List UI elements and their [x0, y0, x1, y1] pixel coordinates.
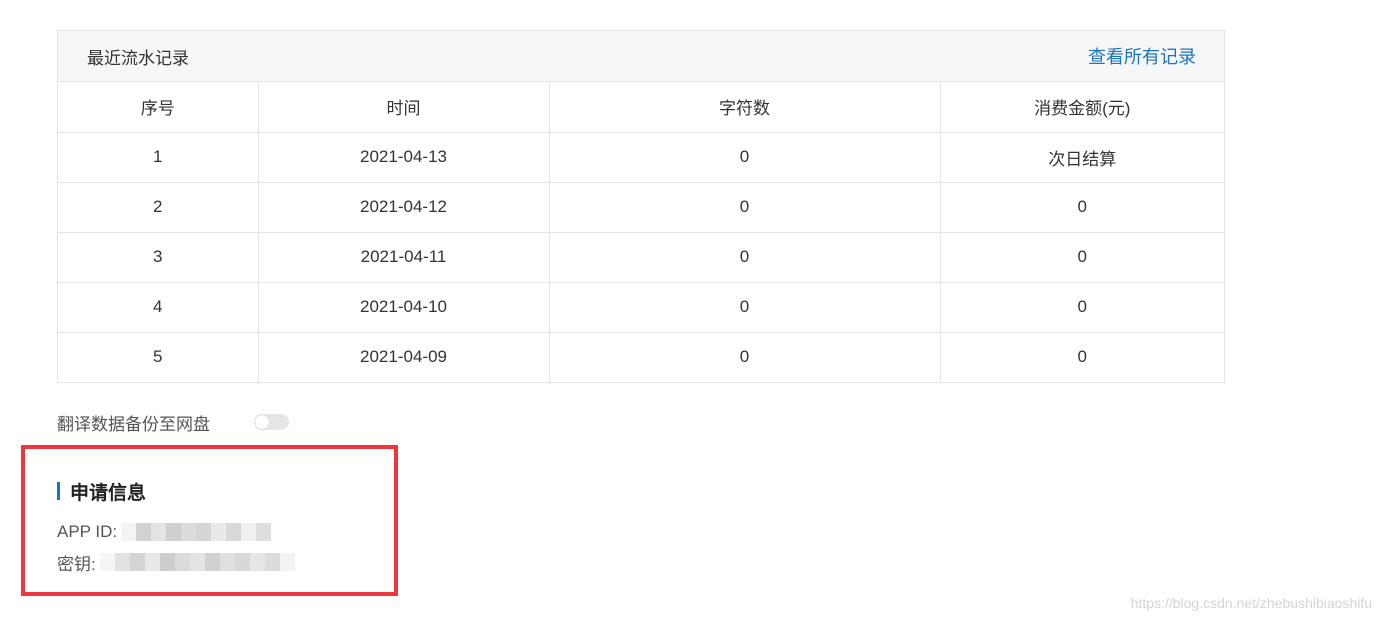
- app-id-row: APP ID:: [57, 517, 295, 547]
- cell-chars: 0: [549, 282, 941, 333]
- column-header-time: 时间: [258, 82, 550, 133]
- cell-chars: 0: [549, 232, 941, 283]
- cell-index: 1: [58, 132, 259, 183]
- table-row: 2 2021-04-12 0 0: [58, 182, 1224, 233]
- secret-row: 密钥:: [57, 547, 295, 577]
- column-header-amount: 消费金额(元): [940, 82, 1224, 133]
- cell-index: 4: [58, 282, 259, 333]
- cell-time: 2021-04-12: [258, 182, 550, 233]
- table-row: 1 2021-04-13 0 次日结算: [58, 132, 1224, 183]
- cell-time: 2021-04-10: [258, 282, 550, 333]
- section-accent-bar: [57, 482, 60, 500]
- cell-chars: 0: [549, 332, 941, 382]
- records-table: 序号 时间 字符数 消费金额(元) 1 2021-04-13 0 次日结算 2 …: [58, 82, 1224, 382]
- secret-label: 密钥:: [57, 554, 96, 574]
- app-id-redacted-value: [121, 523, 272, 541]
- column-header-index: 序号: [58, 82, 259, 133]
- section-title-text: 申请信息: [70, 482, 147, 504]
- cell-amount: 0: [940, 232, 1224, 283]
- secret-redacted-value: [99, 553, 295, 571]
- cell-amount: 0: [940, 182, 1224, 233]
- cell-chars: 0: [549, 132, 941, 183]
- section-title: 申请信息: [57, 478, 295, 504]
- toggle-knob: [255, 415, 269, 429]
- backup-label: 翻译数据备份至网盘: [57, 414, 210, 434]
- cell-time: 2021-04-09: [258, 332, 550, 382]
- table-row: 5 2021-04-09 0 0: [58, 332, 1224, 382]
- cell-index: 2: [58, 182, 259, 233]
- cell-chars: 0: [549, 182, 941, 233]
- records-panel: 最近流水记录 查看所有记录 序号 时间 字符数 消费金额(元) 1 2021-0…: [57, 30, 1225, 383]
- app-id-label: APP ID:: [57, 522, 118, 541]
- backup-setting-row: 翻译数据备份至网盘: [57, 408, 289, 436]
- view-all-records-link[interactable]: 查看所有记录: [1088, 43, 1196, 69]
- cell-amount: 0: [940, 282, 1224, 333]
- cell-amount: 次日结算: [940, 132, 1224, 183]
- cell-time: 2021-04-13: [258, 132, 550, 183]
- records-header: 最近流水记录 查看所有记录: [58, 31, 1224, 82]
- apply-info-section: 申请信息 APP ID: 密钥:: [57, 478, 295, 577]
- records-title: 最近流水记录: [87, 48, 189, 68]
- cell-time: 2021-04-11: [258, 232, 550, 283]
- backup-toggle[interactable]: [254, 414, 289, 430]
- cell-amount: 0: [1077, 347, 1087, 367]
- column-header-chars: 字符数: [549, 82, 941, 133]
- table-row: 4 2021-04-10 0 0: [58, 282, 1224, 333]
- watermark: https://blog.csdn.net/zhebushibiaoshifu: [1130, 595, 1372, 611]
- table-header-row: 序号 时间 字符数 消费金额(元): [58, 82, 1224, 133]
- page: 最近流水记录 查看所有记录 序号 时间 字符数 消费金额(元) 1 2021-0…: [0, 0, 1379, 623]
- cell-index: 3: [58, 232, 259, 283]
- table-row: 3 2021-04-11 0 0: [58, 232, 1224, 283]
- cell-index: 5: [58, 332, 259, 382]
